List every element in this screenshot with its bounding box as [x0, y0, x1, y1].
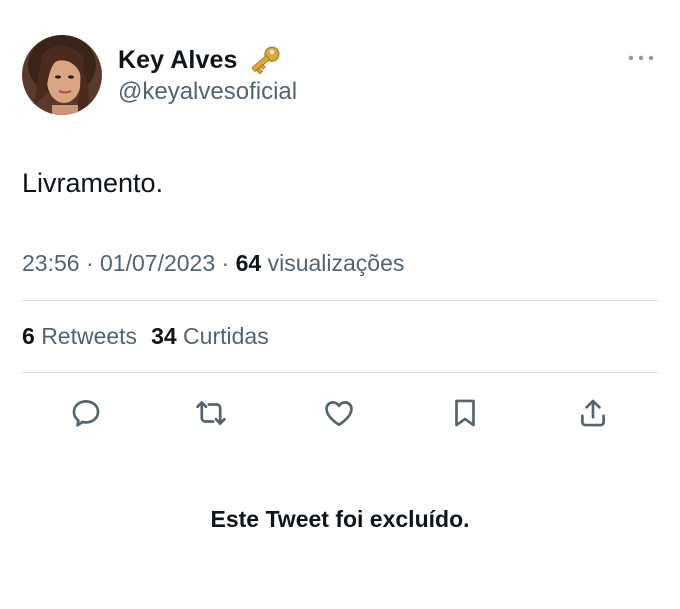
views-label: visualizações — [267, 250, 405, 276]
bookmark-button[interactable] — [445, 393, 485, 433]
bookmark-icon — [455, 399, 475, 427]
meta-separator: · — [79, 250, 101, 276]
reply-button[interactable] — [66, 393, 106, 433]
tweet-date[interactable]: 01/07/2023 — [100, 250, 215, 276]
retweets-label: Retweets — [41, 323, 138, 349]
author-name-row: Key Alves — [118, 44, 284, 76]
retweet-icon — [196, 401, 226, 425]
likes-label: Curtidas — [183, 323, 269, 349]
likes-stat[interactable]: 34 Curtidas — [151, 323, 269, 349]
views-count: 64 — [235, 250, 262, 276]
reply-icon — [72, 400, 100, 427]
share-button[interactable] — [573, 393, 613, 433]
retweet-button[interactable] — [191, 393, 231, 433]
action-bar — [0, 393, 680, 433]
author-display-name[interactable]: Key Alves — [118, 46, 238, 75]
tweet-text: Livramento. — [22, 168, 164, 198]
like-button[interactable] — [319, 393, 359, 433]
retweets-count: 6 — [22, 323, 35, 349]
tweet-meta: 23:56 · 01/07/2023 · 64 visualizações — [22, 250, 404, 277]
likes-count: 34 — [151, 323, 177, 349]
avatar-image — [22, 35, 102, 115]
more-options-icon[interactable] — [626, 50, 656, 66]
tweet-time[interactable]: 23:56 — [22, 250, 80, 276]
like-icon — [325, 401, 353, 427]
retweets-stat[interactable]: 6 Retweets — [22, 323, 137, 349]
avatar[interactable] — [22, 35, 102, 115]
share-icon — [581, 399, 605, 427]
tweet-deleted-notice: Este Tweet foi excluído. — [210, 506, 470, 532]
key-icon — [246, 44, 284, 76]
meta-separator: · — [215, 250, 236, 276]
author-handle[interactable]: @keyalvesoficial — [118, 78, 297, 106]
tweet-stats: 6 Retweets 34 Curtidas — [22, 323, 269, 350]
divider — [22, 372, 658, 373]
divider — [22, 300, 658, 301]
